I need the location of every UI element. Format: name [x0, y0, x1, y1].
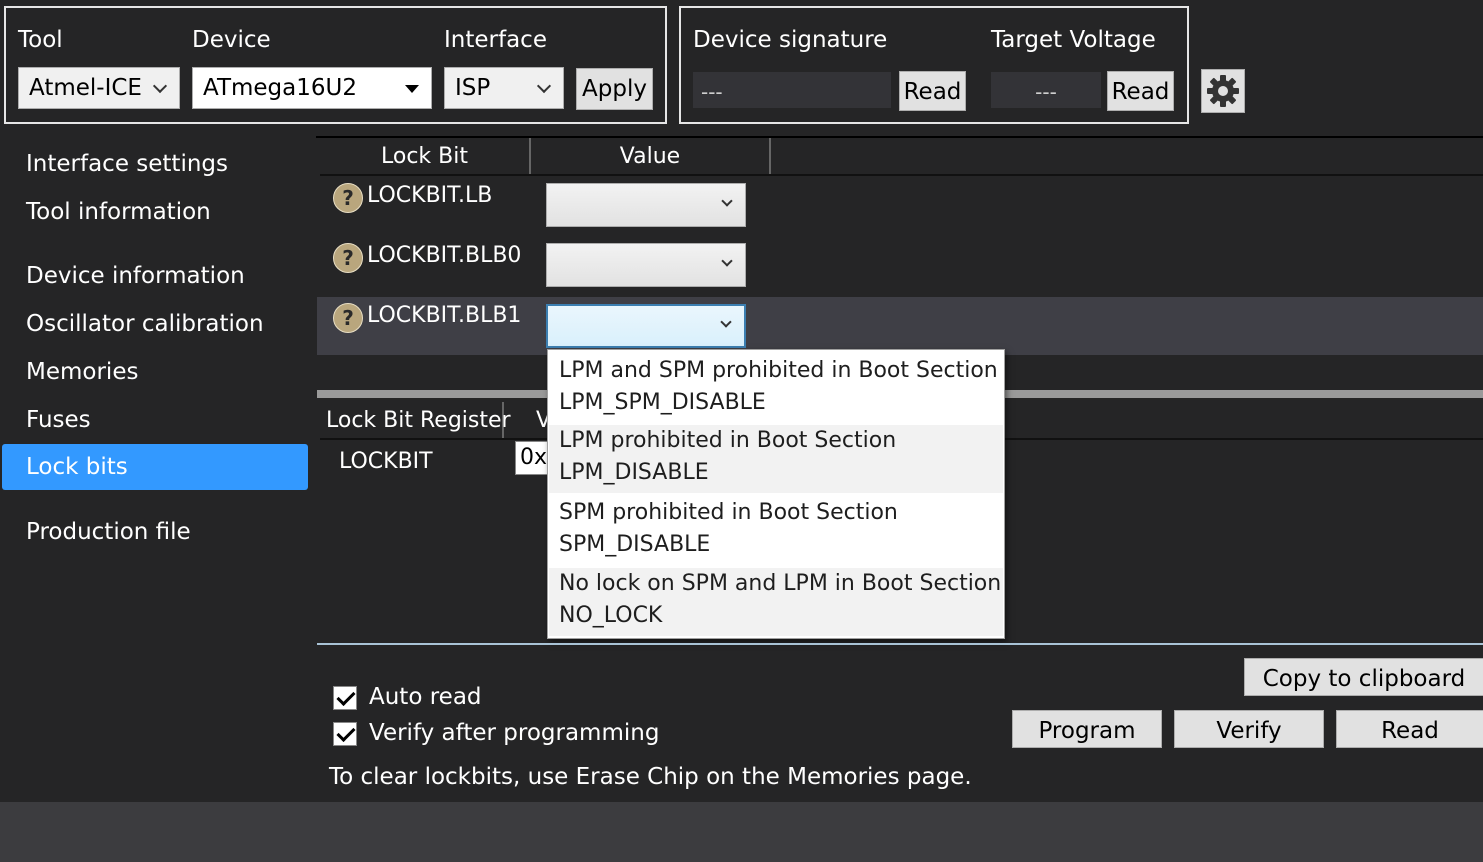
- dropdown-option-text: No lock on SPM and LPM in Boot Section: [559, 571, 1002, 596]
- column-header-value-text: Value: [619, 144, 681, 169]
- tool-label: Tool: [18, 27, 63, 53]
- read-button[interactable]: Read: [1336, 710, 1483, 748]
- read-voltage-button[interactable]: Read: [1107, 71, 1174, 111]
- column-header-register: Lock Bit Register: [320, 402, 511, 438]
- dropdown-arrow-icon: [405, 85, 419, 93]
- settings-button[interactable]: [1201, 69, 1245, 113]
- interface-label: Interface: [444, 27, 547, 53]
- register-value-text: 0x: [520, 445, 548, 470]
- sidebar-item-memories[interactable]: Memories: [2, 349, 308, 395]
- device-label: Device: [192, 27, 271, 53]
- interface-select[interactable]: ISP: [444, 67, 564, 109]
- bottom-separator: [317, 643, 1483, 645]
- chevron-down-icon: [721, 255, 733, 267]
- dropdown-option-no-lock[interactable]: No lock on SPM and LPM in Boot Section N…: [549, 568, 1003, 636]
- copy-to-clipboard-button[interactable]: Copy to clipboard: [1244, 658, 1483, 696]
- target-voltage-label: Target Voltage: [991, 27, 1156, 53]
- read-signature-button[interactable]: Read: [899, 71, 966, 111]
- chevron-down-icon: [720, 316, 732, 328]
- verify-after-programming-checkbox[interactable]: [333, 722, 357, 746]
- column-header-lock-bit-text: Lock Bit: [381, 144, 468, 169]
- dropdown-option-value: LPM_DISABLE: [559, 460, 709, 485]
- apply-button[interactable]: Apply: [576, 68, 653, 110]
- device-select-value: ATmega16U2: [203, 75, 357, 101]
- dropdown-option-text: SPM prohibited in Boot Section: [559, 500, 898, 525]
- dropdown-option-text: LPM prohibited in Boot Section: [559, 428, 897, 453]
- lockbit-name: LOCKBIT.BLB1: [367, 303, 522, 328]
- device-signature-field: ---: [693, 72, 891, 108]
- device-signature-label: Device signature: [693, 27, 888, 53]
- auto-read-checkbox[interactable]: [333, 686, 357, 710]
- dropdown-option-lpm-spm-disable[interactable]: LPM and SPM prohibited in Boot Section L…: [549, 355, 1003, 423]
- verify-button[interactable]: Verify: [1174, 710, 1324, 748]
- sidebar-item-fuses[interactable]: Fuses: [2, 397, 308, 443]
- chevron-down-icon: [536, 78, 552, 94]
- lockbit-name: LOCKBIT.LB: [367, 183, 493, 208]
- lockbit-dropdown-list: LPM and SPM prohibited in Boot Section L…: [547, 349, 1005, 639]
- dropdown-option-lpm-disable[interactable]: LPM prohibited in Boot Section LPM_DISAB…: [549, 425, 1003, 493]
- status-bar: [0, 802, 1483, 862]
- dropdown-option-value: LPM_SPM_DISABLE: [559, 390, 766, 415]
- lockbit-value-select[interactable]: [546, 243, 746, 287]
- sidebar-item-oscillator-calibration[interactable]: Oscillator calibration: [2, 301, 308, 347]
- tool-select-value: Atmel-ICE: [29, 75, 142, 101]
- column-header-register-text: Lock Bit Register: [326, 408, 511, 433]
- sidebar: Interface settings Tool information Devi…: [0, 136, 310, 800]
- column-header-lock-bit: Lock Bit: [320, 138, 531, 174]
- dropdown-option-text: LPM and SPM prohibited in Boot Section: [559, 358, 998, 383]
- sidebar-item-device-information[interactable]: Device information: [2, 253, 308, 299]
- sidebar-item-production-file[interactable]: Production file: [2, 509, 308, 555]
- interface-select-value: ISP: [455, 75, 491, 101]
- help-icon[interactable]: ?: [333, 303, 363, 333]
- sidebar-item-interface-settings[interactable]: Interface settings: [2, 141, 308, 187]
- chevron-down-icon: [721, 195, 733, 207]
- help-icon[interactable]: ?: [333, 183, 363, 213]
- lockbit-value-select[interactable]: [546, 183, 746, 227]
- sidebar-item-tool-information[interactable]: Tool information: [2, 189, 308, 235]
- lockbit-value-select-open[interactable]: [546, 304, 746, 348]
- program-button[interactable]: Program: [1012, 710, 1162, 748]
- lockbit-header-row: Lock Bit Value: [320, 138, 1483, 176]
- verify-after-programming-label: Verify after programming: [369, 720, 660, 746]
- dropdown-option-value: NO_LOCK: [559, 603, 663, 628]
- register-name: LOCKBIT: [339, 449, 433, 474]
- lockbits-note: To clear lockbits, use Erase Chip on the…: [329, 764, 972, 790]
- help-icon[interactable]: ?: [333, 243, 363, 273]
- dropdown-option-spm-disable[interactable]: SPM prohibited in Boot Section SPM_DISAB…: [549, 497, 1003, 565]
- column-header-value: Value: [531, 138, 771, 174]
- chevron-down-icon: [152, 78, 168, 94]
- sidebar-item-lock-bits[interactable]: Lock bits: [2, 444, 308, 490]
- target-voltage-field: ---: [991, 72, 1101, 108]
- dropdown-option-value: SPM_DISABLE: [559, 532, 711, 557]
- tool-select[interactable]: Atmel-ICE: [18, 67, 180, 109]
- device-select[interactable]: ATmega16U2: [192, 67, 432, 109]
- gear-icon: [1207, 75, 1239, 107]
- auto-read-label: Auto read: [369, 684, 482, 710]
- lockbit-name: LOCKBIT.BLB0: [367, 243, 522, 268]
